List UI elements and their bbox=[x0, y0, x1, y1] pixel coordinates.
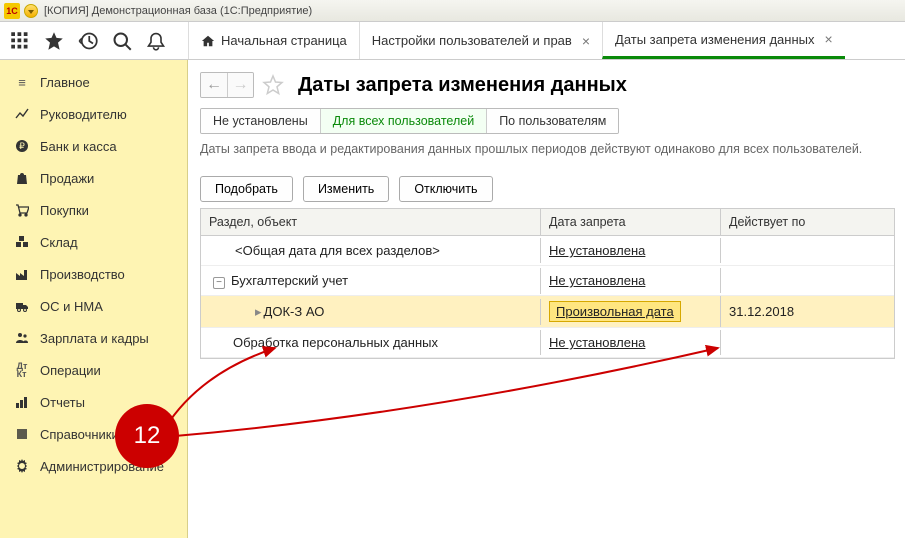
nav-back-forward: ← → bbox=[200, 72, 254, 98]
cell-valid bbox=[721, 246, 894, 256]
sidebar-item-operations[interactable]: ДтКт Операции bbox=[0, 354, 187, 386]
disable-button[interactable]: Отключить bbox=[399, 176, 492, 202]
segment-all-users[interactable]: Для всех пользователей bbox=[320, 109, 486, 133]
dtkt-icon: ДтКт bbox=[14, 362, 30, 378]
grid-row[interactable]: <Общая дата для всех разделов> Не устано… bbox=[201, 236, 894, 266]
app-menu-dropdown-icon[interactable] bbox=[24, 4, 38, 18]
cell-valid: 31.12.2018 bbox=[721, 299, 894, 324]
tab-label: Начальная страница bbox=[221, 33, 347, 48]
grid-header: Раздел, объект Дата запрета Действует по bbox=[201, 209, 894, 236]
favorite-star-icon[interactable] bbox=[262, 74, 284, 96]
sidebar-item-label: Справочники bbox=[40, 427, 119, 442]
sidebar-item-production[interactable]: Производство bbox=[0, 258, 187, 290]
cell-date[interactable]: Произвольная дата bbox=[541, 296, 721, 327]
tab-bar: Начальная страница Настройки пользовател… bbox=[188, 22, 905, 59]
col-section[interactable]: Раздел, объект bbox=[201, 209, 541, 235]
page-title: Даты запрета изменения данных bbox=[298, 74, 627, 97]
forward-button[interactable]: → bbox=[227, 73, 253, 97]
apps-icon[interactable] bbox=[10, 31, 30, 51]
sidebar: ≡ Главное Руководителю ₽ Банк и касса Прод… bbox=[0, 60, 188, 538]
sidebar-item-label: Отчеты bbox=[40, 395, 85, 410]
segment-control: Не установлены Для всех пользователей По… bbox=[200, 108, 619, 134]
search-icon[interactable] bbox=[112, 31, 132, 51]
ruble-icon: ₽ bbox=[14, 138, 30, 154]
cell-valid bbox=[721, 276, 894, 286]
cell-section: ▸ДОК-З АО bbox=[201, 299, 541, 325]
tab-dates[interactable]: Даты запрета изменения данных × bbox=[602, 22, 845, 59]
bars-icon bbox=[14, 394, 30, 410]
book-icon bbox=[14, 426, 30, 442]
people-icon bbox=[14, 330, 30, 346]
tab-label: Даты запрета изменения данных bbox=[615, 32, 814, 47]
grid-row[interactable]: Обработка персональных данных Не установ… bbox=[201, 328, 894, 358]
col-valid[interactable]: Действует по bbox=[721, 209, 894, 235]
sidebar-item-label: Операции bbox=[40, 363, 101, 378]
home-icon bbox=[201, 34, 215, 48]
window-title: [КОПИЯ] Демонстрационная база (1С:Предпр… bbox=[44, 5, 312, 17]
sidebar-item-bank[interactable]: ₽ Банк и касса bbox=[0, 130, 187, 162]
trend-icon bbox=[14, 106, 30, 122]
cell-date[interactable]: Не установлена bbox=[541, 268, 721, 293]
data-grid: Раздел, объект Дата запрета Действует по… bbox=[200, 208, 895, 359]
grid-row-selected[interactable]: ▸ДОК-З АО Произвольная дата 31.12.2018 bbox=[201, 296, 894, 328]
cart-icon bbox=[14, 202, 30, 218]
back-button[interactable]: ← bbox=[201, 73, 227, 97]
cell-section: Обработка персональных данных bbox=[201, 330, 541, 355]
sidebar-item-manager[interactable]: Руководителю bbox=[0, 98, 187, 130]
bell-icon[interactable] bbox=[146, 31, 166, 51]
history-icon[interactable] bbox=[78, 31, 98, 51]
sidebar-item-label: Зарплата и кадры bbox=[40, 331, 149, 346]
tab-home[interactable]: Начальная страница bbox=[188, 22, 359, 59]
action-buttons: Подобрать Изменить Отключить bbox=[200, 176, 895, 202]
toolbar: Начальная страница Настройки пользовател… bbox=[0, 22, 905, 60]
sidebar-item-label: ОС и НМА bbox=[40, 299, 103, 314]
cell-section: −Бухгалтерский учет bbox=[201, 268, 541, 294]
segment-by-user[interactable]: По пользователям bbox=[486, 109, 618, 133]
app-logo-icon: 1С bbox=[4, 3, 20, 19]
window-titlebar: 1С [КОПИЯ] Демонстрационная база (1С:Пре… bbox=[0, 0, 905, 22]
segment-not-set[interactable]: Не установлены bbox=[201, 109, 320, 133]
sidebar-item-label: Главное bbox=[40, 75, 90, 90]
sidebar-item-salary[interactable]: Зарплата и кадры bbox=[0, 322, 187, 354]
tab-settings[interactable]: Настройки пользователей и прав × bbox=[359, 22, 602, 59]
sidebar-item-label: Банк и касса bbox=[40, 139, 117, 154]
grid-row[interactable]: −Бухгалтерский учет Не установлена bbox=[201, 266, 894, 296]
annotation-badge: 12 bbox=[115, 404, 179, 468]
sidebar-item-stock[interactable]: Склад bbox=[0, 226, 187, 258]
sidebar-item-main[interactable]: ≡ Главное bbox=[0, 66, 187, 98]
content-area: ← → Даты запрета изменения данных Не уст… bbox=[188, 60, 905, 538]
sidebar-item-label: Производство bbox=[40, 267, 125, 282]
sidebar-item-sales[interactable]: Продажи bbox=[0, 162, 187, 194]
tree-collapse-icon[interactable]: − bbox=[213, 277, 225, 289]
star-icon[interactable] bbox=[44, 31, 64, 51]
toolbar-quick-icons bbox=[0, 22, 188, 59]
truck-icon bbox=[14, 298, 30, 314]
cell-valid bbox=[721, 338, 894, 348]
col-date[interactable]: Дата запрета bbox=[541, 209, 721, 235]
cell-section: <Общая дата для всех разделов> bbox=[201, 238, 541, 263]
cell-date[interactable]: Не установлена bbox=[541, 238, 721, 263]
sidebar-item-label: Продажи bbox=[40, 171, 94, 186]
sidebar-item-assets[interactable]: ОС и НМА bbox=[0, 290, 187, 322]
page-nav: ← → Даты запрета изменения данных bbox=[200, 72, 895, 98]
close-icon[interactable]: × bbox=[582, 33, 590, 49]
sidebar-item-purchases[interactable]: Покупки bbox=[0, 194, 187, 226]
edit-button[interactable]: Изменить bbox=[303, 176, 389, 202]
sidebar-item-label: Склад bbox=[40, 235, 78, 250]
close-icon[interactable]: × bbox=[825, 31, 833, 47]
cell-date[interactable]: Не установлена bbox=[541, 330, 721, 355]
bag-icon bbox=[14, 170, 30, 186]
sidebar-item-label: Руководителю bbox=[40, 107, 127, 122]
boxes-icon bbox=[14, 234, 30, 250]
pick-button[interactable]: Подобрать bbox=[200, 176, 293, 202]
factory-icon bbox=[14, 266, 30, 282]
hint-text: Даты запрета ввода и редактирования данн… bbox=[200, 142, 895, 156]
gear-icon bbox=[14, 458, 30, 474]
tab-label: Настройки пользователей и прав bbox=[372, 33, 572, 48]
sidebar-item-label: Покупки bbox=[40, 203, 89, 218]
menu-icon: ≡ bbox=[14, 74, 30, 90]
svg-text:₽: ₽ bbox=[19, 141, 25, 151]
